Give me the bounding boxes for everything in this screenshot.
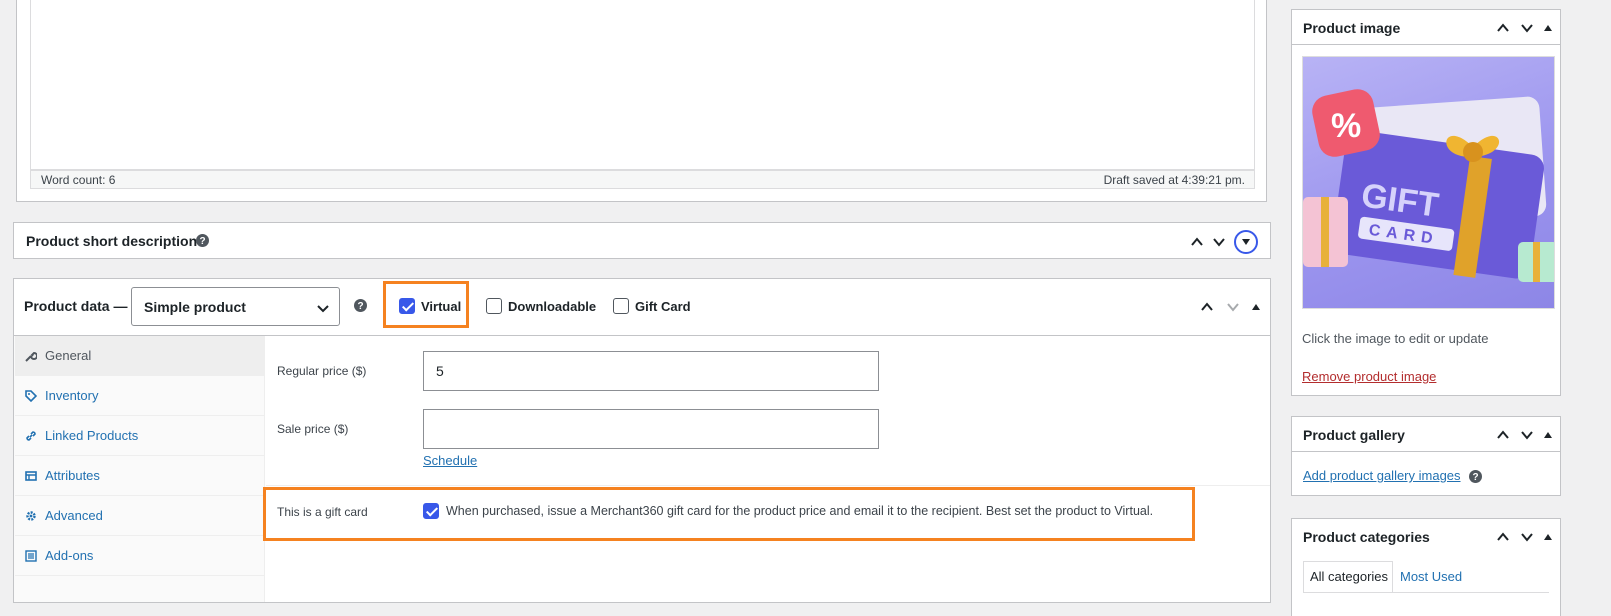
tab-attributes[interactable]: Attributes <box>15 456 265 496</box>
move-up-icon[interactable] <box>1496 530 1510 544</box>
help-icon: ? <box>354 299 367 315</box>
gear-icon <box>25 510 45 522</box>
tab-all-categories-label: All categories <box>1310 569 1389 584</box>
product-gallery-title: Product gallery <box>1303 427 1405 443</box>
description-editor-panel: Word count: 6 Draft saved at 4:39:21 pm. <box>16 0 1267 202</box>
draft-saved-status: Draft saved at 4:39:21 pm. <box>1103 173 1245 187</box>
move-down-icon[interactable] <box>1520 530 1534 544</box>
product-data-title: Product data — <box>24 298 128 314</box>
tab-add-ons[interactable]: Add-ons <box>15 536 265 576</box>
tab-inventory[interactable]: Inventory <box>15 376 265 416</box>
help-icon: ? <box>1469 470 1482 486</box>
tab-label: Linked Products <box>45 428 139 443</box>
product-categories-panel: Product categories All categories Most U… <box>1291 518 1561 616</box>
product-categories-title: Product categories <box>1303 529 1430 545</box>
tab-most-used[interactable]: Most Used <box>1400 569 1462 584</box>
short-description-title: Product short description <box>26 233 198 249</box>
tab-advanced[interactable]: Advanced <box>15 496 265 536</box>
product-image-thumbnail[interactable]: GIFT CARD % <box>1302 56 1555 309</box>
svg-text:?: ? <box>1472 472 1478 483</box>
word-count: Word count: 6 <box>41 173 116 187</box>
tab-label: Add-ons <box>45 548 94 563</box>
gift-card-label: This is a gift card <box>277 505 368 519</box>
table-icon <box>25 470 45 482</box>
move-up-icon[interactable] <box>1200 300 1214 314</box>
regular-price-value: 5 <box>436 363 444 379</box>
move-up-icon[interactable] <box>1496 428 1510 442</box>
tab-linked-products[interactable]: Linked Products <box>15 416 265 456</box>
virtual-label: Virtual <box>421 298 462 314</box>
downloadable-check-box[interactable] <box>486 298 502 314</box>
section-divider <box>266 485 1270 486</box>
schedule-link[interactable]: Schedule <box>423 453 477 468</box>
tab-label: Inventory <box>45 388 99 403</box>
virtual-check-box[interactable] <box>399 298 415 314</box>
toggle-panel-icon[interactable] <box>1234 230 1258 254</box>
giftcard-check-box[interactable] <box>613 298 629 314</box>
product-gallery-panel: Product gallery Add product gallery imag… <box>1291 416 1561 496</box>
tab-general[interactable]: General <box>15 336 265 376</box>
product-data-tabs: General Inventory Linked Products Attrib… <box>14 336 265 602</box>
downloadable-checkbox[interactable]: Downloadable <box>486 298 596 314</box>
tag-icon <box>25 389 45 402</box>
product-categories-header: Product categories <box>1292 519 1560 554</box>
chevron-down-icon <box>317 301 329 317</box>
product-type-select[interactable]: Simple product <box>131 287 340 326</box>
collapse-icon[interactable] <box>1544 25 1552 31</box>
svg-text:?: ? <box>199 236 205 247</box>
category-list <box>1303 592 1549 616</box>
remove-product-image-link[interactable]: Remove product image <box>1302 369 1436 384</box>
product-image-panel: Product image GIFT CARD % Click the imag… <box>1291 9 1561 396</box>
move-down-icon[interactable] <box>1226 300 1240 314</box>
tab-label: Advanced <box>45 508 103 523</box>
collapse-icon[interactable] <box>1544 432 1552 438</box>
collapse-icon[interactable] <box>1544 534 1552 540</box>
svg-text:%: % <box>1331 107 1361 145</box>
product-gallery-header: Product gallery <box>1292 417 1560 452</box>
gift-card-description: When purchased, issue a Merchant360 gift… <box>446 504 1154 518</box>
help-icon: ? <box>196 234 209 250</box>
product-image-hint: Click the image to edit or update <box>1302 331 1489 346</box>
product-type-value: Simple product <box>144 298 246 315</box>
editor-content-area[interactable] <box>30 0 1255 170</box>
move-down-icon[interactable] <box>1520 428 1534 442</box>
giftcard-label: Gift Card <box>635 298 691 314</box>
downloadable-label: Downloadable <box>508 298 597 314</box>
move-up-icon[interactable] <box>1190 235 1204 249</box>
short-description-panel: Product short description ? <box>13 222 1271 259</box>
tab-label: Attributes <box>45 468 100 483</box>
product-data-panel: Product data — Simple product ? Virtual … <box>13 278 1271 603</box>
gift-card-checkbox[interactable] <box>423 503 439 519</box>
list-icon <box>25 549 45 562</box>
svg-text:?: ? <box>357 301 363 312</box>
tab-all-categories[interactable]: All categories <box>1303 561 1393 593</box>
collapse-icon[interactable] <box>1252 304 1260 310</box>
tab-label: General <box>45 348 92 363</box>
move-down-icon[interactable] <box>1520 21 1534 35</box>
sale-price-label: Sale price ($) <box>277 422 349 436</box>
product-data-header: Product data — Simple product ? Virtual … <box>14 279 1270 336</box>
wrench-icon <box>25 350 45 362</box>
product-image-title: Product image <box>1303 20 1401 36</box>
add-gallery-images-link[interactable]: Add product gallery images <box>1303 468 1461 483</box>
move-up-icon[interactable] <box>1496 21 1510 35</box>
editor-status-bar: Word count: 6 Draft saved at 4:39:21 pm. <box>30 170 1255 189</box>
virtual-checkbox[interactable]: Virtual <box>399 298 461 314</box>
product-image-header: Product image <box>1292 10 1560 45</box>
sale-price-input[interactable] <box>423 409 879 449</box>
move-down-icon[interactable] <box>1212 235 1226 249</box>
link-icon <box>25 430 45 442</box>
regular-price-input[interactable]: 5 <box>423 351 879 391</box>
giftcard-checkbox[interactable]: Gift Card <box>613 298 691 314</box>
regular-price-label: Regular price ($) <box>277 364 367 378</box>
